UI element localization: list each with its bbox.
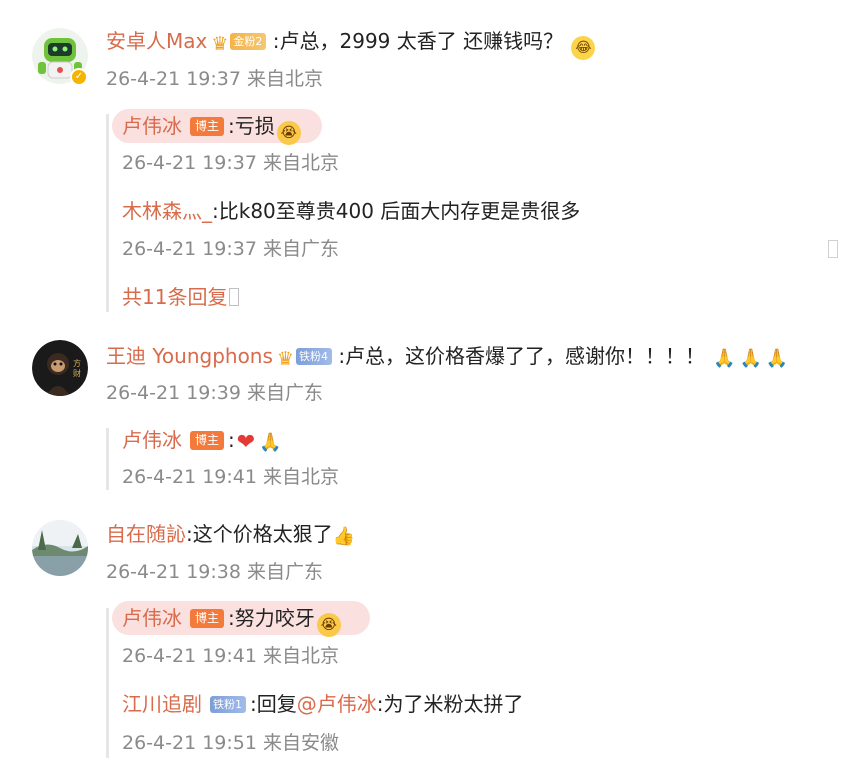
username[interactable]: 自在随訫 (106, 522, 186, 546)
comment-2-header: 王迪 Youngphons ♛ 铁粉4 :卢总，这价格香爆了了，感谢你！！！！ 🙏 🙏 🙏 (106, 342, 788, 373)
comment-meta: 26-4-21 19:39 来自广东 (106, 382, 323, 404)
reply-text: :亏损 (228, 114, 275, 138)
more-replies-label[interactable]: 共11条回复 (122, 285, 227, 309)
reply-meta: 26-4-21 19:41 来自北京 (122, 645, 339, 667)
username[interactable]: 江川追剧 (122, 692, 202, 716)
comment-meta: 26-4-21 19:37 来自北京 (106, 68, 323, 90)
comment-1-header: 安卓人Max ♛ 金粉2 :卢总，2999 太香了 还赚钱吗？ 😂 (106, 27, 596, 60)
username[interactable]: 木林森灬_ (122, 199, 212, 223)
username[interactable]: 安卓人Max (106, 29, 207, 53)
praying-hands-emoji: 🙏 (765, 348, 789, 369)
mention-link[interactable]: @卢伟冰 (297, 692, 377, 716)
reply-thread-bar (106, 608, 109, 758)
reply-text: : (228, 428, 235, 452)
reply-1-2: 木林森灬_:比k80至尊贵400 后面大内存更是贵很多 (122, 197, 580, 225)
reply-3-1: 卢伟冰 博主:努力咬牙 😭 (122, 604, 341, 637)
reply-2-1: 卢伟冰 博主:❤ 🙏 (122, 426, 282, 457)
chevron-right-icon (229, 288, 240, 306)
comment-3-header: 自在随訫:这个价格太狠了👍 (106, 520, 355, 551)
reply-text: :为了米粉太拼了 (376, 692, 524, 716)
svg-text:财: 财 (73, 368, 81, 378)
praying-hands-emoji: 🙏 (259, 432, 282, 453)
username[interactable]: 卢伟冰 (122, 606, 182, 630)
username[interactable]: 卢伟冰 (122, 114, 182, 138)
more-options-icon[interactable] (828, 240, 838, 258)
reply-meta: 26-4-21 19:37 来自广东 (122, 238, 339, 260)
fan-badge[interactable]: 铁粉4 (295, 348, 332, 365)
avatar-user-2[interactable]: 方 财 (32, 340, 88, 396)
thumbs-up-emoji: 👍 (332, 526, 356, 547)
comment-text: :卢总，这价格香爆了了，感谢你！！！！ (338, 344, 706, 368)
more-replies-link[interactable]: 共11条回复 (122, 283, 240, 311)
svg-text:方: 方 (73, 358, 81, 368)
crown-icon: ♛ (276, 348, 294, 370)
red-heart-emoji: ❤ (236, 430, 256, 455)
comment-text: :这个价格太狠了 (186, 522, 333, 546)
host-badge: 博主 (190, 431, 225, 450)
comment-text: :卢总，2999 太香了 还赚钱吗？ (272, 29, 564, 53)
fan-badge[interactable]: 铁粉1 (210, 696, 246, 713)
crown-icon: ♛ (211, 33, 229, 55)
reply-thread-bar (106, 114, 109, 312)
reply-prefix: :回复 (250, 692, 297, 716)
praying-hands-emoji: 🙏 (739, 348, 762, 369)
reply-meta: 26-4-21 19:37 来自北京 (122, 152, 339, 174)
avatar-user-3[interactable] (32, 520, 88, 576)
laughing-tears-emoji: 😂 (571, 36, 596, 60)
username[interactable]: 卢伟冰 (122, 428, 182, 452)
reply-thread-bar (106, 428, 109, 490)
fan-badge[interactable]: 金粉2 (230, 33, 267, 50)
username[interactable]: 王迪 Youngphons (106, 344, 273, 368)
comment-meta: 26-4-21 19:38 来自广东 (106, 561, 323, 583)
praying-hands-emoji: 🙏 (713, 348, 736, 369)
reply-meta: 26-4-21 19:41 来自北京 (122, 466, 339, 488)
reply-3-2: 江川追剧 铁粉1:回复@卢伟冰:为了米粉太拼了 (122, 690, 524, 718)
crying-emoji: 😭 (276, 121, 301, 145)
reply-1-1: 卢伟冰 博主:亏损 😭 (122, 112, 301, 145)
reply-text: :努力咬牙 (228, 606, 315, 630)
reply-meta: 26-4-21 19:51 来自安徽 (122, 732, 339, 754)
host-badge: 博主 (190, 609, 225, 628)
host-badge: 博主 (190, 117, 225, 136)
reply-text: :比k80至尊贵400 后面大内存更是贵很多 (212, 199, 581, 223)
crying-emoji: 😭 (316, 613, 341, 637)
verified-badge-icon: ✓ (70, 68, 88, 86)
